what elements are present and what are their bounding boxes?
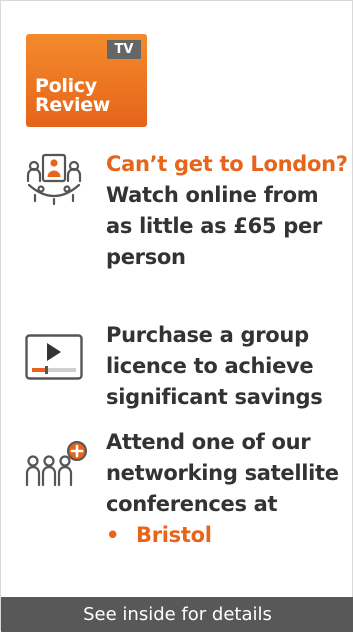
feature-line: Attend one of our [106, 430, 311, 454]
feature-line: Purchase a group [106, 323, 309, 347]
see-inside-link[interactable]: See inside for details [1, 597, 353, 632]
video-player-icon [25, 334, 83, 380]
feature-line: networking satellite [106, 461, 339, 485]
feature-text: Can’t get to London? Watch online from a… [106, 149, 351, 273]
logo-line-2: Review [35, 94, 111, 116]
location-label: Bristol [136, 523, 212, 547]
feature-line: licence to achieve [106, 354, 314, 378]
feature-line: person [106, 245, 186, 269]
advert-panel: TV Policy Review Can’t get to London? Wa… [0, 0, 353, 632]
feature-text: Attend one of our networking satellite c… [106, 427, 351, 551]
feature-line: significant savings [106, 385, 323, 409]
bullet-icon: • [106, 523, 120, 547]
logo-wordmark: Policy Review [35, 77, 110, 115]
feature-line: as little as £65 per [106, 214, 322, 238]
feature-line: conferences at [106, 492, 278, 516]
feature-text: Purchase a group licence to achieve sign… [106, 320, 351, 413]
feature-highlight: Can’t get to London? [106, 152, 348, 176]
policy-review-tv-logo[interactable]: TV Policy Review [26, 34, 147, 127]
location-list-item[interactable]: • Bristol [106, 520, 351, 551]
tv-badge: TV [107, 40, 141, 59]
feature-line: Watch online from [106, 183, 319, 207]
video-conference-icon [26, 153, 82, 205]
add-people-group-icon [25, 441, 87, 487]
